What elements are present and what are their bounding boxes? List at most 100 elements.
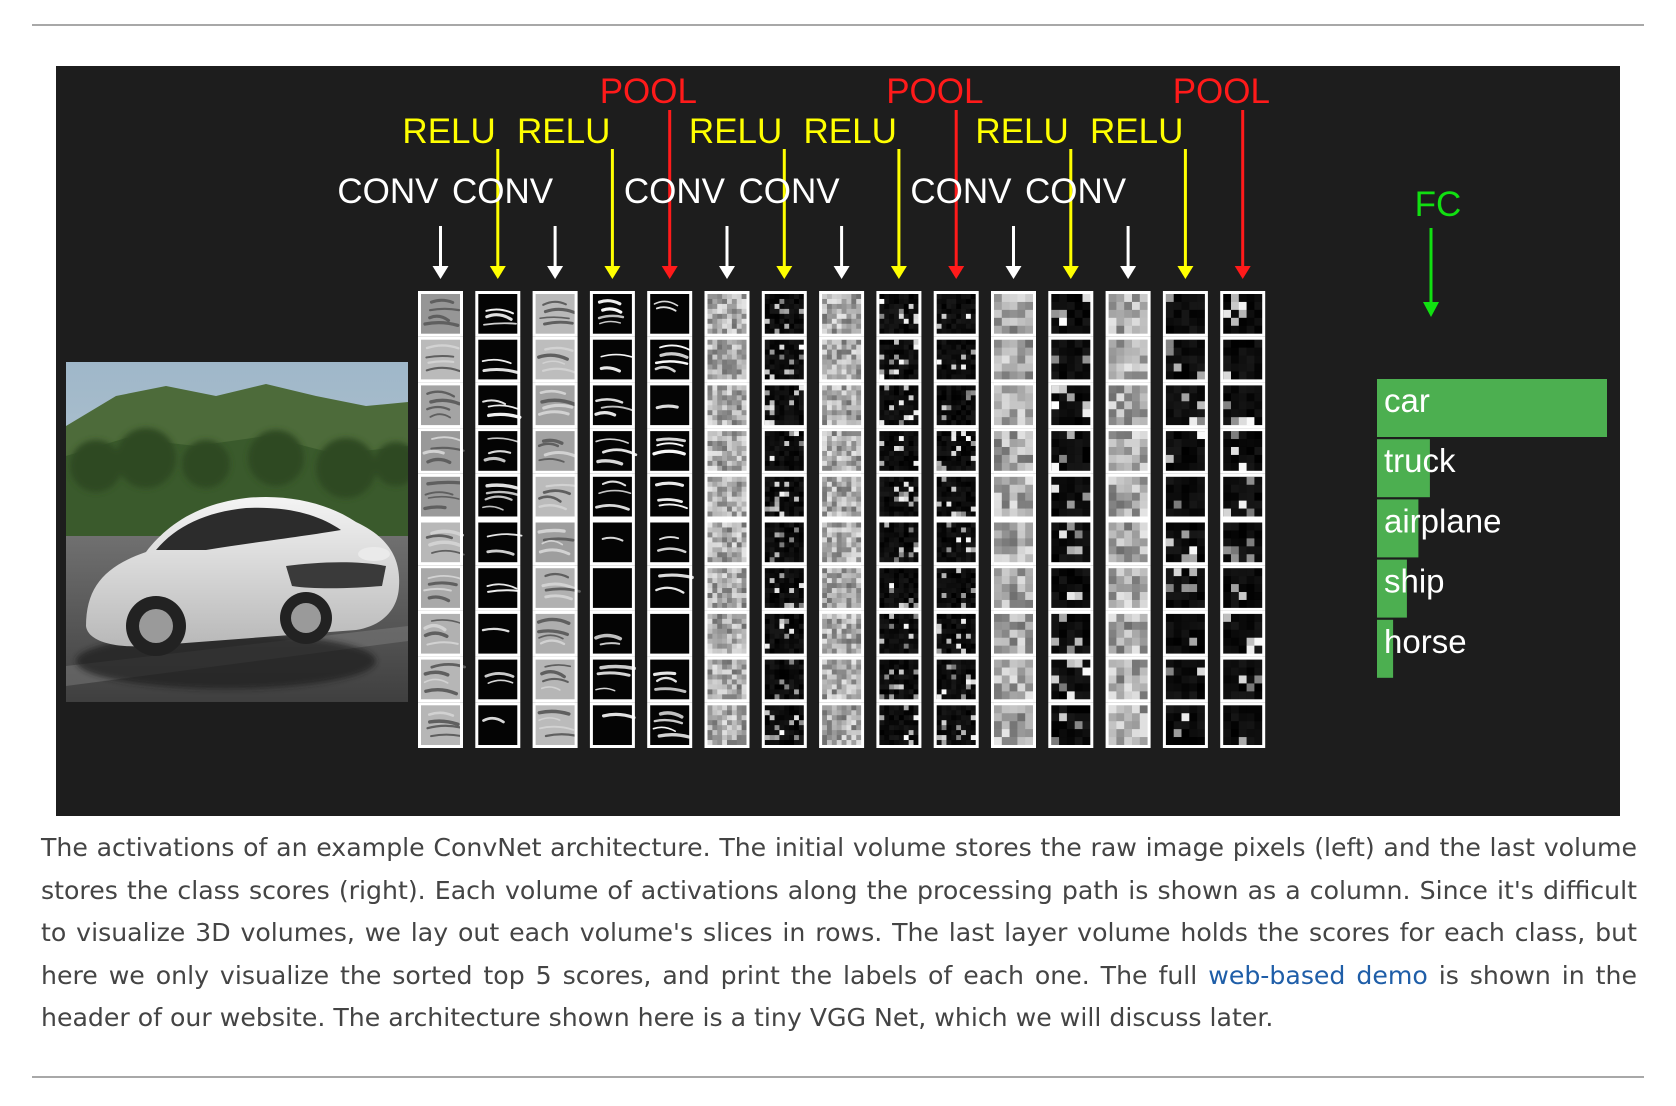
activation-map [761,428,807,474]
score-bar-ship: ship [1377,559,1445,618]
activation-column-3-conv [532,291,581,748]
activation-map [647,291,693,337]
activation-map [1048,519,1094,566]
activation-map [1162,519,1208,566]
score-label: truck [1384,442,1456,479]
activation-map [589,656,636,703]
activation-column-2-relu [475,291,523,748]
activation-column-9-relu [876,291,922,748]
score-label: airplane [1384,502,1501,539]
conv-arrowhead [432,266,449,279]
activation-map [475,610,521,657]
activation-map [704,382,750,429]
activation-map [819,656,865,703]
score-label: ship [1384,563,1445,600]
activation-map [418,336,463,383]
activation-map [819,702,865,748]
activation-map [1220,565,1266,611]
relu-arrowhead [776,266,793,279]
activation-map [761,702,807,748]
activation-map [532,473,578,520]
activation-map [418,565,463,611]
activation-map [1105,519,1151,566]
conv-arrowhead [719,266,735,279]
activation-column-14-relu [1162,291,1208,748]
activation-map [589,610,635,657]
activation-map [475,382,522,429]
activation-map [991,336,1036,383]
activation-map [876,519,922,566]
relu-label: RELU [1090,112,1183,151]
score-bar-car: car [1377,379,1607,437]
activation-map [475,473,521,520]
activation-map [418,656,466,703]
pool-label: POOL [886,72,983,111]
activation-map [1105,702,1151,748]
activation-map [532,656,578,703]
activation-map [761,382,807,429]
activation-map [532,382,578,429]
activation-map [1105,565,1151,611]
activation-map [1162,428,1208,474]
activation-map [475,702,521,748]
activation-map [589,473,635,520]
activation-map [1220,382,1266,429]
activation-map [991,519,1036,566]
pool-label: POOL [600,72,697,111]
activation-map [704,702,750,748]
activation-map [418,382,463,429]
relu-arrowhead [604,266,621,279]
activation-column-8-conv [819,291,865,748]
activation-map [589,382,635,429]
activation-map [933,610,979,657]
conv-arrowhead [547,266,564,279]
activation-map [1220,473,1266,520]
activation-map [704,610,750,657]
fc-label: FC [1415,185,1462,224]
conv-label: CONV [624,172,726,211]
relu-label: RELU [975,112,1068,151]
activation-map [418,702,463,748]
score-label: car [1384,382,1430,419]
activation-map [761,336,807,383]
activation-map [475,519,523,566]
activation-map [819,565,865,611]
score-label: horse [1384,623,1467,660]
activation-column-5-pool [647,291,694,748]
activation-map [647,656,693,703]
activation-map [933,336,979,383]
activation-map [761,519,807,566]
activation-map [532,519,578,566]
activation-column-12-relu [1048,291,1094,748]
activation-map [933,473,979,520]
activation-map [1105,382,1151,429]
pool-arrowhead [948,266,965,279]
activation-map [1105,610,1151,657]
activation-map [876,702,922,748]
activation-map [933,565,979,611]
conv-label: CONV [738,172,840,211]
activation-map [761,291,807,337]
conv-label: CONV [337,172,439,211]
score-bar-airplane: airplane [1377,499,1501,558]
activation-map [1105,336,1151,383]
activation-map [475,565,521,611]
relu-arrowhead [489,266,506,279]
activation-map [1220,291,1266,337]
activation-map [1048,291,1094,337]
fc-arrowhead [1423,302,1439,317]
relu-label: RELU [402,112,495,151]
activation-map [1105,473,1151,520]
web-based-demo-link[interactable]: web-based demo [1208,961,1428,990]
activation-map [991,428,1036,474]
activation-map [819,428,865,474]
activation-map [1105,428,1151,474]
activation-map [991,382,1036,429]
convnet-activations-figure: CONV RELU CONV RELU POOL CONV RELU CONV RELU POOL… [56,66,1620,816]
score-bar-truck: truck [1377,439,1456,498]
activation-map [418,473,463,520]
activation-map [1048,610,1094,657]
activation-column-6-conv [704,291,750,748]
activation-map [418,519,465,566]
activation-column-13-conv [1105,291,1151,748]
